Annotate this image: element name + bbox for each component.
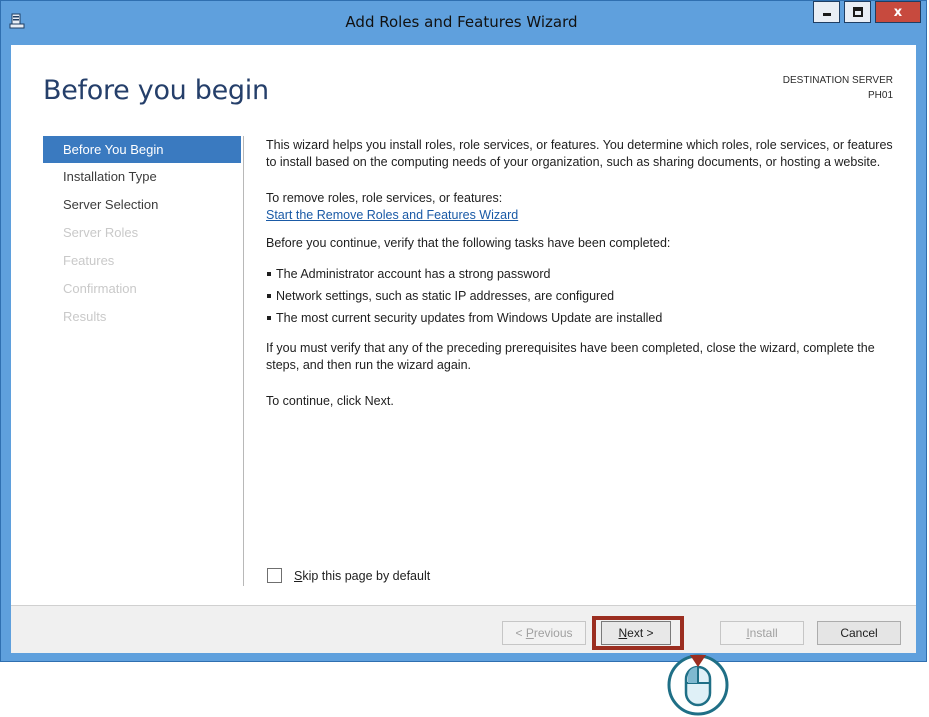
wizard-footer: < Previous Next > Install Cancel [11,605,916,653]
maximize-icon [852,7,863,17]
destination-server-label: DESTINATION SERVER [782,75,893,86]
intro-text: This wizard helps you install roles, rol… [266,138,893,169]
wizard-client-area: Before you begin DESTINATION SERVER PH01… [11,45,916,653]
skip-page-option[interactable]: Skip this page by default [267,568,430,583]
list-item: Network settings, such as static IP addr… [266,285,896,307]
wizard-window: Add Roles and Features Wizard x Before y… [0,0,927,662]
window-title: Add Roles and Features Wizard [345,13,578,31]
remove-roles-wizard-link[interactable]: Start the Remove Roles and Features Wiza… [266,208,518,222]
nav-item-confirmation: Confirmation [63,281,137,296]
nav-item-installation-type[interactable]: Installation Type [43,163,241,191]
nav-item-before-you-begin[interactable]: Before You Begin [43,136,241,163]
skip-page-checkbox[interactable] [267,568,282,583]
list-item: The most current security updates from W… [266,307,896,329]
wizard-content: This wizard helps you install roles, rol… [266,137,896,410]
nav-item-results: Results [63,309,107,324]
continue-text: To continue, click Next. [266,394,394,408]
prerequisite-list: The Administrator account has a strong p… [266,263,896,329]
minimize-button[interactable] [813,1,840,23]
cancel-button[interactable]: Cancel [817,621,901,645]
close-button[interactable]: x [875,1,921,23]
page-title: Before you begin [43,75,269,106]
close-icon: x [893,4,903,20]
list-item: The Administrator account has a strong p… [266,263,896,285]
skip-page-label[interactable]: Skip this page by default [294,569,430,583]
destination-server-name: PH01 [867,90,893,101]
nav-item-server-selection[interactable]: Server Selection [43,191,241,219]
install-button: Install [720,621,804,645]
title-bar[interactable]: Add Roles and Features Wizard x [1,1,926,44]
verify-text: Before you continue, verify that the fol… [266,236,671,250]
minimize-icon [822,13,831,16]
previous-button: < Previous [502,621,586,645]
nav-divider [243,136,244,586]
next-button-highlight [592,616,684,650]
maximize-button[interactable] [844,1,871,23]
nav-item-server-roles: Server Roles [63,225,139,240]
mouse-click-icon [667,654,729,716]
nav-item-features: Features [63,253,115,268]
remove-heading: To remove roles, role services, or featu… [266,191,503,205]
wizard-step-nav: Before You Begin Installation Type Serve… [43,136,241,331]
prerequisite-note: If you must verify that any of the prece… [266,341,875,372]
